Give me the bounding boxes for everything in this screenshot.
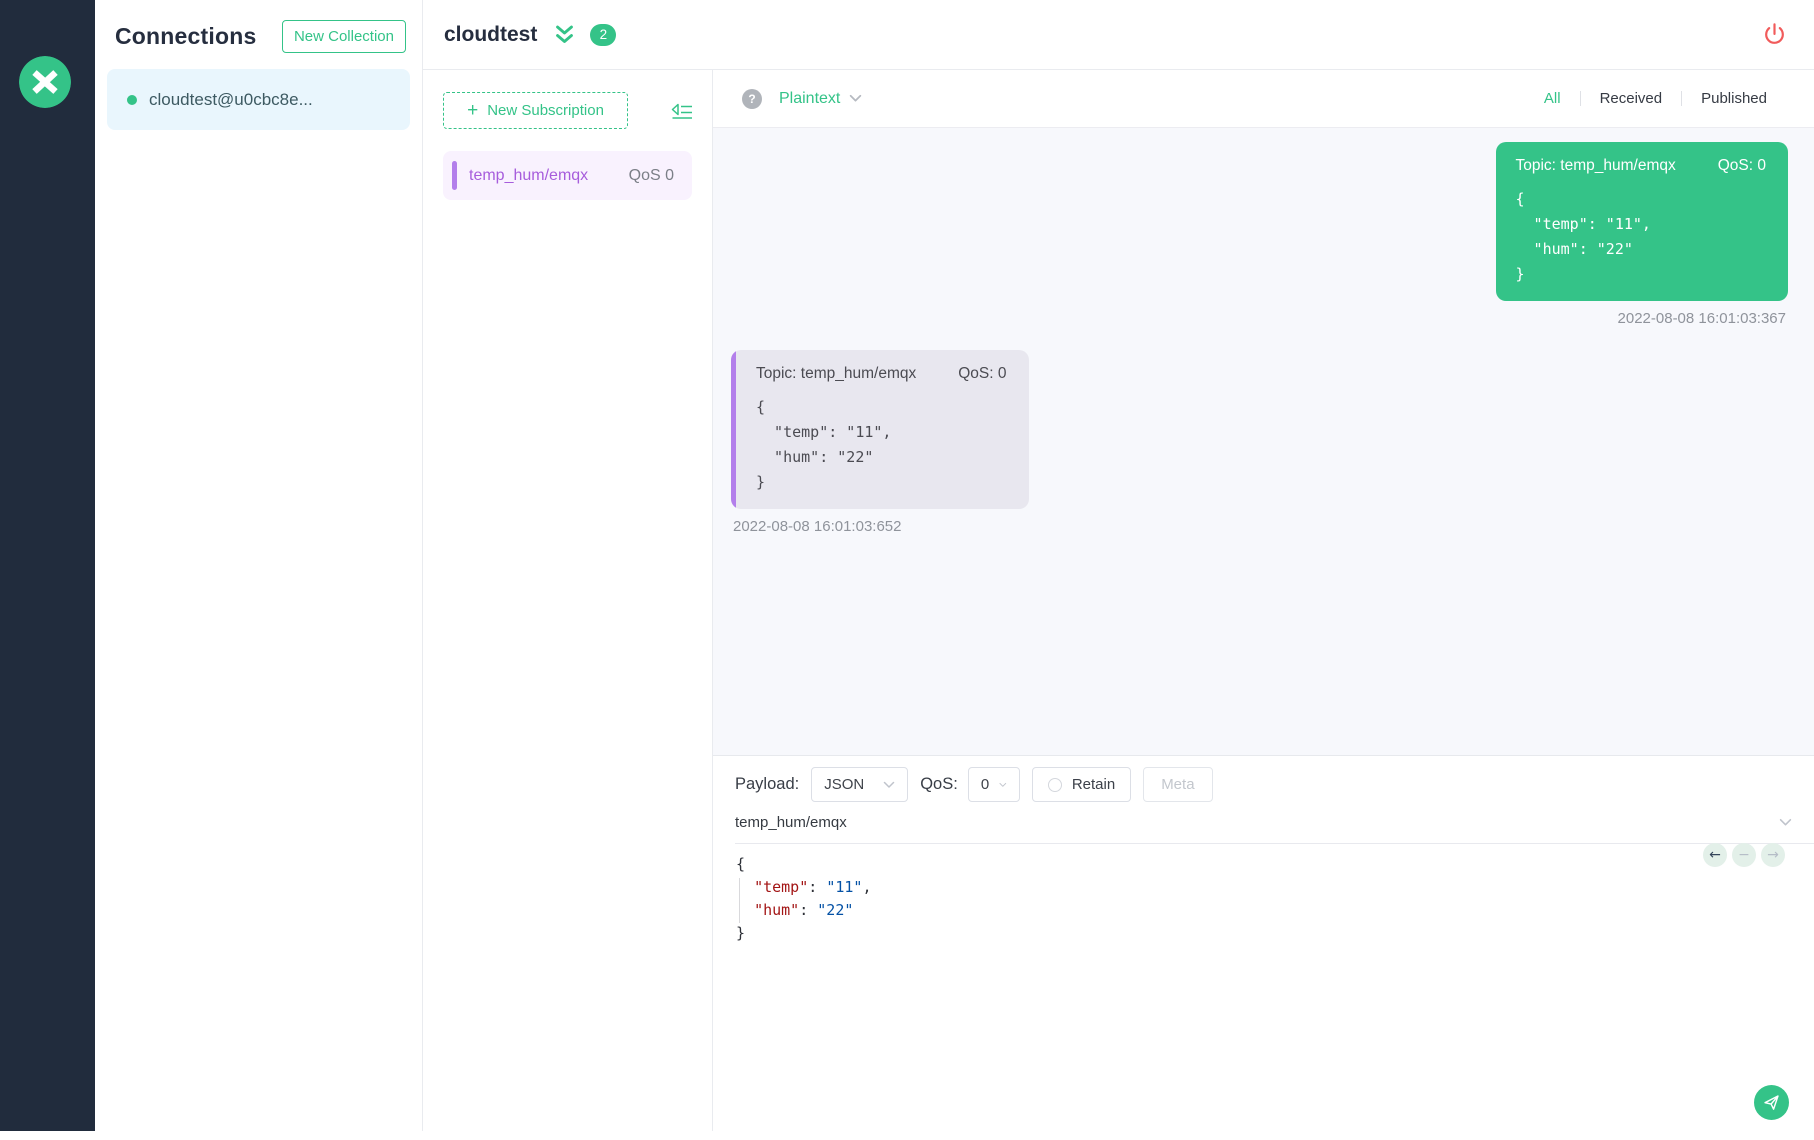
subscription-topic: temp_hum/emqx — [469, 166, 589, 184]
meta-button[interactable]: Meta — [1143, 767, 1213, 802]
plus-icon: + — [467, 100, 479, 121]
payload-format-select[interactable]: JSON — [811, 767, 909, 802]
message-topic: Topic: temp_hum/emqx — [1515, 157, 1676, 174]
tab-all[interactable]: All — [1525, 90, 1580, 107]
subscription-color-bar — [452, 161, 457, 190]
message-payload: { "temp": "11", "hum": "22" } — [1515, 190, 1651, 283]
retain-radio-icon — [1047, 777, 1062, 792]
published-message-bubble: Topic: temp_hum/emqx QoS: 0 { "temp": "1… — [1495, 142, 1788, 301]
message-qos: QoS: 0 — [1717, 157, 1766, 174]
connections-panel: Connections New Collection cloudtest@u0c… — [95, 0, 423, 1131]
message-timestamp: 2022-08-08 16:01:03:652 — [733, 518, 902, 535]
message-area: ? Plaintext All Received Published Topic… — [713, 70, 1814, 755]
new-subscription-label: New Subscription — [487, 102, 604, 119]
retain-label: Retain — [1071, 776, 1116, 793]
publish-controls: Payload: JSON QoS: 0 Retain Meta — [713, 756, 1814, 802]
message-topic: Topic: temp_hum/emqx — [756, 365, 917, 382]
connection-header: cloudtest 2 — [423, 0, 1814, 70]
publish-panel: Payload: JSON QoS: 0 Retain Meta temp_hu… — [713, 755, 1814, 1140]
payload-format-value: JSON — [824, 776, 865, 793]
power-icon — [1764, 23, 1784, 44]
message-payload: { "temp": "11", "hum": "22" } — [756, 398, 892, 491]
payload-format-display-select[interactable]: Plaintext — [779, 90, 862, 108]
indent-guide — [739, 878, 740, 923]
collapse-panel-icon — [671, 103, 692, 119]
message-qos: QoS: 0 — [958, 365, 1007, 382]
tab-received[interactable]: Received — [1581, 90, 1682, 107]
format-label: Plaintext — [779, 89, 841, 107]
message-toolbar: ? Plaintext All Received Published — [713, 70, 1814, 128]
message-timestamp: 2022-08-08 16:01:03:367 — [1617, 310, 1786, 327]
connection-name: cloudtest@u0cbc8e... — [149, 89, 313, 109]
payload-history-controls: ← − → — [1703, 843, 1785, 867]
payload-editor[interactable]: { "temp": "11", "hum": "22"} — [713, 844, 1814, 945]
qos-value: 0 — [980, 776, 990, 793]
payload-label: Payload: — [735, 775, 800, 793]
help-icon[interactable]: ? — [742, 88, 762, 109]
history-collapse-button[interactable]: − — [1732, 843, 1756, 867]
history-back-button[interactable]: ← — [1703, 843, 1727, 867]
new-subscription-button[interactable]: + New Subscription — [443, 92, 628, 129]
history-forward-button[interactable]: → — [1761, 843, 1785, 867]
published-message: Topic: temp_hum/emqx QoS: 0 { "temp": "1… — [731, 142, 1788, 327]
connections-title: Connections — [115, 23, 257, 49]
subscriptions-count-badge: 2 — [590, 23, 617, 46]
topic-input[interactable]: temp_hum/emqx — [735, 814, 847, 831]
subscriptions-panel: + New Subscription temp_hum/emqx QoS 0 — [423, 70, 713, 1131]
subscription-item[interactable]: temp_hum/emqx QoS 0 — [443, 151, 692, 200]
connected-status-dot — [127, 94, 137, 105]
nav-rail — [0, 0, 95, 1131]
qos-select[interactable]: 0 — [967, 767, 1020, 802]
publish-topic-row: temp_hum/emqx — [735, 802, 1814, 844]
disconnect-button[interactable] — [1758, 19, 1790, 51]
send-button[interactable] — [1754, 1085, 1789, 1120]
received-message-bubble: Topic: temp_hum/emqx QoS: 0 { "temp": "1… — [731, 350, 1029, 509]
chevron-down-icon — [850, 94, 862, 102]
connection-title: cloudtest — [444, 22, 538, 46]
chevron-down-icon — [883, 781, 895, 788]
chevron-down-icon — [999, 782, 1007, 787]
received-message: Topic: temp_hum/emqx QoS: 0 { "temp": "1… — [731, 350, 1788, 535]
double-chevron-down-icon[interactable] — [553, 24, 576, 46]
connection-item[interactable]: cloudtest@u0cbc8e... — [107, 69, 410, 130]
message-filter-tabs: All Received Published — [1525, 90, 1786, 107]
subscription-qos: QoS 0 — [628, 166, 674, 184]
message-list: Topic: temp_hum/emqx QoS: 0 { "temp": "1… — [713, 128, 1814, 755]
mqttx-logo-icon — [19, 56, 71, 108]
send-plane-icon — [1764, 1095, 1779, 1110]
received-color-bar — [731, 350, 736, 509]
retain-checkbox[interactable]: Retain — [1031, 767, 1132, 802]
qos-label: QoS: — [920, 775, 958, 793]
collapse-panel-button[interactable] — [668, 98, 696, 123]
new-collection-button[interactable]: New Collection — [281, 20, 406, 53]
chevron-down-icon[interactable] — [1779, 818, 1792, 827]
tab-published[interactable]: Published — [1682, 90, 1786, 107]
payload-editor-code: { "temp": "11", "hum": "22"} — [736, 855, 872, 942]
